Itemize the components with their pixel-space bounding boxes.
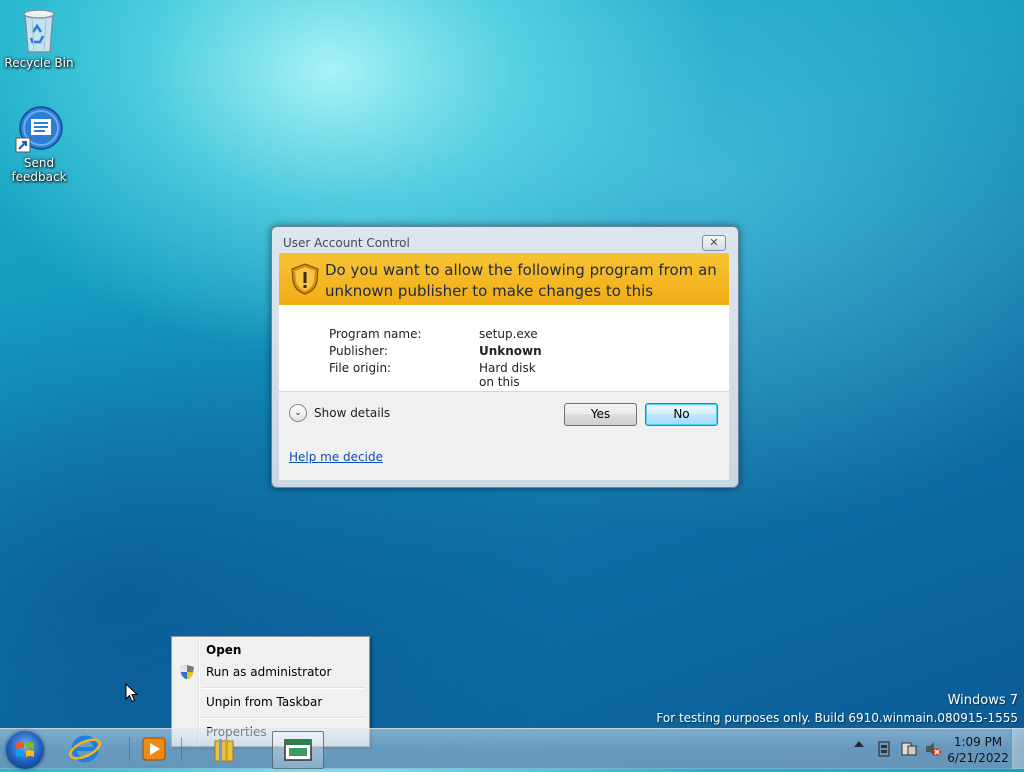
media-player-icon [142, 737, 166, 761]
menu-separator [202, 717, 365, 719]
publisher-value: Unknown [479, 344, 542, 358]
system-clock[interactable]: 1:09 PM 6/21/2022 [945, 734, 1011, 766]
menu-item-open[interactable]: Open [174, 639, 367, 661]
uac-footer: Help me decide [279, 436, 729, 480]
clock-time: 1:09 PM [953, 735, 1003, 749]
show-details-link[interactable]: Show details [314, 406, 390, 420]
close-button[interactable]: ✕ [702, 235, 726, 251]
uac-dialog: User Account Control ✕ Do you want to al… [271, 226, 739, 488]
chevron-down-icon: ⌄ [294, 408, 302, 418]
uac-actions: ⌄ Show details Yes No [279, 391, 729, 437]
action-center-icon[interactable] [900, 741, 918, 760]
show-desktop-button[interactable] [1011, 729, 1024, 769]
taskbar-active-program[interactable] [272, 731, 324, 769]
show-details-chevron-button[interactable]: ⌄ [289, 404, 307, 422]
taskbar-explorer[interactable] [201, 731, 247, 767]
menu-item-open-label: Open [206, 643, 242, 657]
feedback-icon-graphic [15, 106, 63, 154]
program-name-label: Program name: [329, 327, 422, 341]
recycle-bin-icon[interactable]: Recycle Bin [1, 4, 77, 70]
windows-version-watermark: Windows 7 [947, 693, 1018, 708]
send-feedback-label-2: feedback [11, 170, 67, 184]
send-feedback-label-1: Send [23, 156, 55, 170]
send-feedback-icon[interactable]: Send feedback [1, 106, 77, 184]
build-watermark: For testing purposes only. Build 6910.wi… [656, 711, 1018, 725]
help-me-decide-link[interactable]: Help me decide [289, 450, 383, 464]
windows-logo-icon [16, 742, 34, 757]
volume-muted-icon[interactable] [924, 741, 942, 760]
menu-separator [202, 687, 365, 689]
network-icon[interactable] [876, 741, 892, 760]
show-hidden-icons-arrow[interactable] [854, 741, 864, 747]
file-origin-label: File origin: [329, 361, 392, 375]
taskbar: 1:09 PM 6/21/2022 [0, 728, 1024, 769]
menu-item-unpin-from-taskbar[interactable]: Unpin from Taskbar [174, 691, 367, 713]
uac-question-line-1: Do you want to allow the following progr… [325, 261, 717, 279]
uac-shield-icon [179, 664, 195, 687]
folder-icon [214, 739, 234, 762]
recycle-bin-label: Recycle Bin [4, 56, 74, 70]
recycle-bin-icon-graphic [15, 4, 63, 53]
start-button[interactable] [6, 731, 44, 769]
taskbar-internet-explorer[interactable] [62, 731, 108, 767]
menu-item-run-as-administrator[interactable]: Run as administrator [174, 661, 367, 683]
program-window-icon [284, 739, 312, 761]
taskbar-separator [129, 737, 130, 761]
clock-date: 6/21/2022 [947, 751, 1009, 765]
uac-program-info: Program name: setup.exe Publisher: Unkno… [279, 305, 729, 403]
menu-item-unpin-label: Unpin from Taskbar [206, 695, 323, 709]
publisher-row: Publisher: Unknown [329, 344, 542, 358]
file-origin-row: File origin: Hard disk on this computer [329, 361, 537, 403]
no-button[interactable]: No [645, 403, 718, 426]
uac-warning-banner: Do you want to allow the following progr… [279, 253, 729, 321]
close-icon: ✕ [709, 236, 719, 249]
shield-warning-icon [291, 263, 319, 295]
internet-explorer-icon [68, 735, 102, 763]
taskbar-separator [181, 737, 182, 761]
publisher-label: Publisher: [329, 344, 388, 358]
program-name-row: Program name: setup.exe [329, 327, 538, 341]
yes-button[interactable]: Yes [564, 403, 637, 426]
uac-title: User Account Control [283, 236, 410, 250]
taskbar-media-player[interactable] [132, 731, 178, 767]
program-name-value: setup.exe [479, 327, 538, 341]
menu-item-run-as-administrator-label: Run as administrator [206, 665, 332, 679]
